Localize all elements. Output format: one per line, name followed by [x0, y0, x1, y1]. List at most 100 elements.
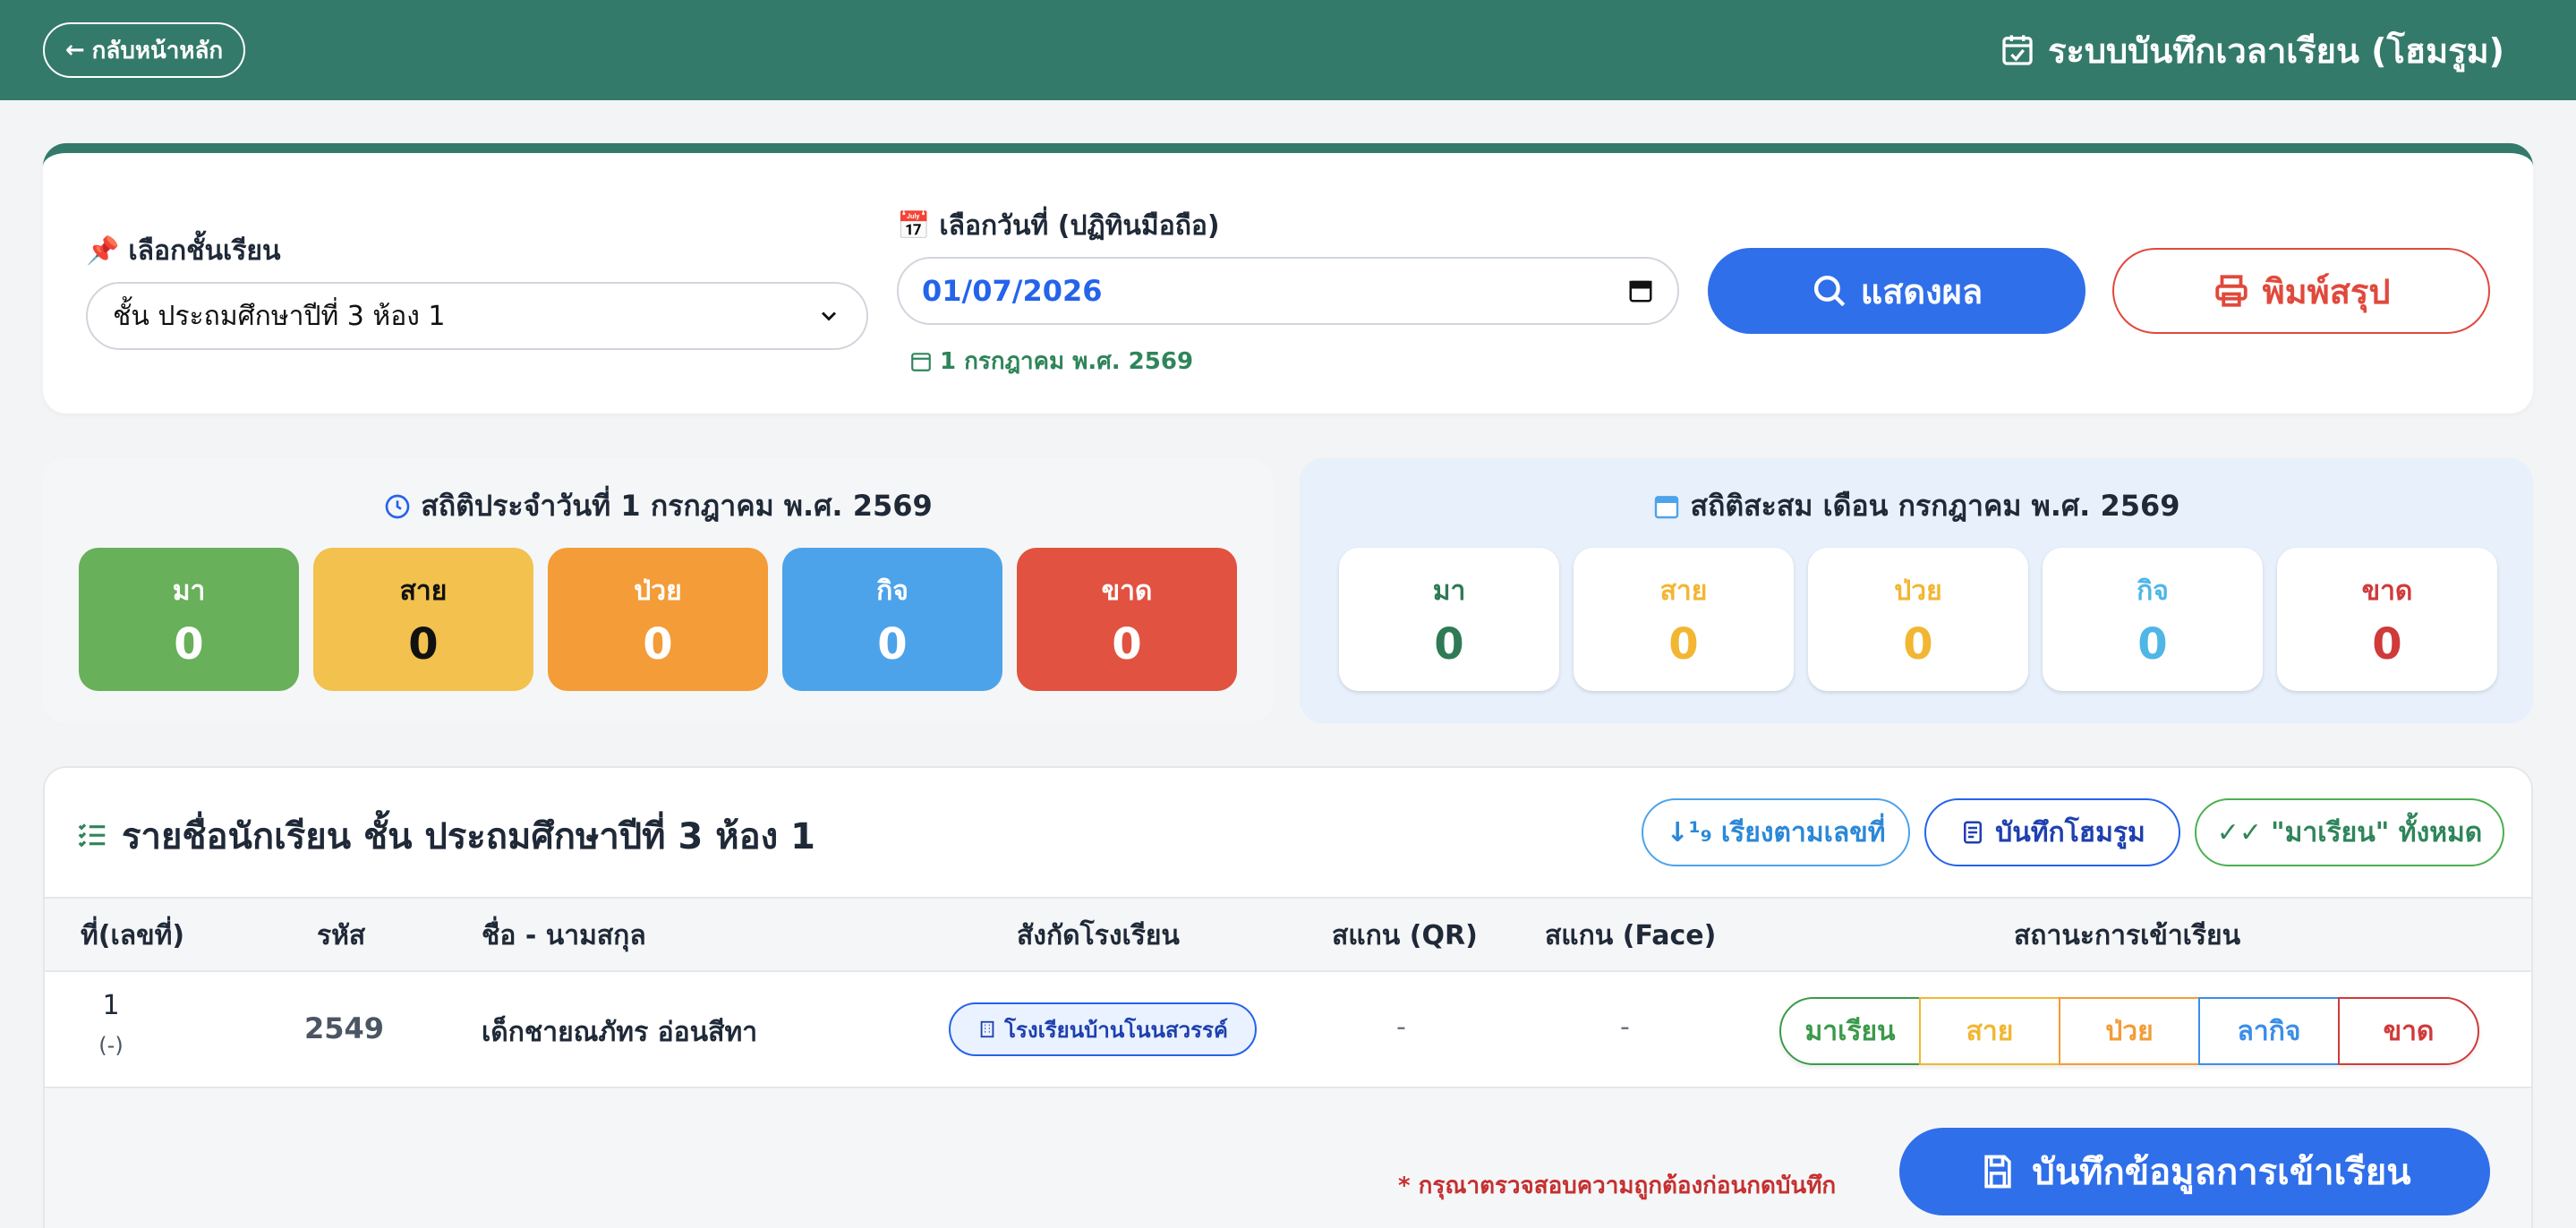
- attendance-status-group: มาเรียน สาย ป่วย ลากิจ ขาด: [1779, 997, 2479, 1065]
- column-header-face: สแกน (Face): [1545, 919, 1717, 951]
- printer-icon: [2214, 275, 2248, 307]
- table-row: 1 (-) 2549 เด็กชายณภัทร อ่อนสีทา โรงเรีย…: [45, 972, 2531, 1088]
- date-input-value: 01/07/2026: [922, 274, 1103, 308]
- column-header-status: สถานะการเข้าเรียน: [2014, 919, 2241, 951]
- daily-stat-value: 0: [643, 618, 673, 669]
- daily-stat-label: ขาด: [1101, 575, 1153, 607]
- calendar-month-icon: [1655, 495, 1679, 518]
- calendar-picker-icon[interactable]: [1627, 277, 1654, 304]
- student-number: 1: [102, 990, 120, 1021]
- daily-stat-leave: กิจ 0: [782, 548, 1002, 691]
- status-absent-button[interactable]: ขาด: [2338, 997, 2479, 1065]
- print-summary-label: พิมพ์สรุป: [2262, 271, 2391, 311]
- date-label-text: เลือกวันที่ (ปฏิทินมือถือ): [939, 210, 1220, 242]
- class-select[interactable]: ชั้น ประถมศึกษาปีที่ 3 ห้อง 1: [86, 282, 868, 350]
- daily-stat-sick: ป่วย 0: [548, 548, 768, 691]
- date-input[interactable]: 01/07/2026: [897, 257, 1679, 325]
- scan-face-value: -: [1620, 1011, 1630, 1043]
- student-number-sub: (-): [98, 1033, 124, 1058]
- monthly-stat-value: 0: [1668, 618, 1699, 669]
- status-present-button[interactable]: มาเรียน: [1779, 997, 1921, 1065]
- daily-stat-label: ป่วย: [634, 575, 682, 607]
- column-header-name: ชื่อ - นามสกุล: [482, 919, 646, 951]
- back-home-label: กลับหน้าหลัก: [91, 37, 224, 64]
- daily-stat-value: 0: [174, 618, 204, 669]
- daily-stats-panel: สถิติประจำวันที่ 1 กรกฎาคม พ.ศ. 2569 มา …: [43, 458, 1273, 723]
- save-homeroom-label: บันทึกโฮมรูม: [1995, 816, 2145, 849]
- column-header-number: ที่(เลขที่): [81, 919, 185, 951]
- student-code: 2549: [304, 1011, 385, 1045]
- back-home-button[interactable]: ← กลับหน้าหลัก: [43, 22, 245, 78]
- calendar-icon: 📅: [897, 210, 931, 242]
- app-title-text: ระบบบันทึกเวลาเรียน (โฮมรูม): [2048, 30, 2504, 71]
- daily-stat-label: มา: [172, 575, 206, 607]
- thai-date-hint: 1 กรกฎาคม พ.ศ. 2569: [909, 343, 1193, 379]
- daily-stat-present: มา 0: [79, 548, 299, 691]
- save-icon: [1984, 1155, 2012, 1189]
- school-badge: โรงเรียนบ้านโนนสวรรค์: [949, 1002, 1257, 1056]
- monthly-stat-present: มา 0: [1339, 548, 1559, 691]
- monthly-stat-value: 0: [1903, 618, 1933, 669]
- checklist-icon: [78, 823, 106, 848]
- monthly-stat-absent: ขาด 0: [2277, 548, 2497, 691]
- monthly-stat-value: 0: [1434, 618, 1464, 669]
- scan-qr-value: -: [1396, 1011, 1406, 1043]
- table-header: ที่(เลขที่) รหัส ชื่อ - นามสกุล สังกัดโร…: [45, 897, 2531, 972]
- monthly-stats-title: สถิติสะสม เดือน กรกฎาคม พ.ศ. 2569: [1300, 483, 2533, 529]
- search-icon: [1813, 275, 1846, 307]
- save-footer: * กรุณาตรวจสอบความถูกต้องก่อนกดบันทึก บั…: [45, 1088, 2531, 1228]
- building-icon: [980, 1020, 994, 1038]
- save-attendance-button[interactable]: บันทึกข้อมูลการเข้าเรียน: [1899, 1128, 2490, 1215]
- document-icon: [1964, 821, 1983, 844]
- student-list-title: รายชื่อนักเรียน ชั้น ประถมศึกษาปีที่ 3 ห…: [75, 807, 815, 865]
- daily-stat-value: 0: [408, 618, 439, 669]
- top-bar: ← กลับหน้าหลัก ระบบบันทึกเวลาเรียน (โฮมร…: [0, 0, 2576, 100]
- pushpin-icon: 📌: [86, 235, 120, 267]
- save-homeroom-button[interactable]: บันทึกโฮมรูม: [1924, 798, 2180, 866]
- daily-stats-title-text: สถิติประจำวันที่ 1 กรกฎาคม พ.ศ. 2569: [421, 489, 933, 523]
- save-attendance-label: บันทึกข้อมูลการเข้าเรียน: [2032, 1152, 2411, 1193]
- monthly-stat-label: ป่วย: [1894, 575, 1942, 607]
- daily-stat-label: กิจ: [876, 575, 908, 607]
- daily-stat-value: 0: [877, 618, 908, 669]
- calendar-small-icon: [911, 352, 931, 371]
- monthly-stat-value: 0: [2137, 618, 2168, 669]
- daily-stat-label: สาย: [399, 575, 448, 607]
- monthly-stats-title-text: สถิติสะสม เดือน กรกฎาคม พ.ศ. 2569: [1690, 489, 2180, 523]
- class-label: 📌 เลือกชั้นเรียน: [86, 230, 281, 272]
- student-list-title-text: รายชื่อนักเรียน ชั้น ประถมศึกษาปีที่ 3 ห…: [122, 816, 815, 857]
- chevron-down-icon: [821, 311, 837, 321]
- student-list-card: รายชื่อนักเรียน ชั้น ประถมศึกษาปีที่ 3 ห…: [43, 766, 2533, 1228]
- clock-icon: [385, 494, 410, 518]
- daily-stat-value: 0: [1112, 618, 1142, 669]
- school-badge-label: โรงเรียนบ้านโนนสวรรค์: [1004, 1017, 1228, 1043]
- daily-stats-title: สถิติประจำวันที่ 1 กรกฎาคม พ.ศ. 2569: [43, 483, 1273, 529]
- monthly-stat-label: ขาด: [2361, 575, 2413, 607]
- monthly-stat-late: สาย 0: [1574, 548, 1794, 691]
- monthly-stat-label: สาย: [1659, 575, 1708, 607]
- student-name: เด็กชายณภัทร อ่อนสีทา: [482, 1017, 758, 1048]
- show-result-button[interactable]: แสดงผล: [1708, 248, 2086, 334]
- print-summary-button[interactable]: พิมพ์สรุป: [2112, 248, 2490, 334]
- sort-numeric-icon: ↓¹₉: [1666, 816, 1712, 849]
- daily-stat-late: สาย 0: [313, 548, 533, 691]
- monthly-stat-value: 0: [2372, 618, 2402, 669]
- column-header-qr: สแกน (QR): [1332, 919, 1478, 951]
- class-select-value: ชั้น ประถมศึกษาปีที่ 3 ห้อง 1: [113, 300, 446, 332]
- calendar-check-icon: [2002, 35, 2033, 65]
- daily-stat-absent: ขาด 0: [1017, 548, 1237, 691]
- filter-card: 📌 เลือกชั้นเรียน ชั้น ประถมศึกษาปีที่ 3 …: [43, 143, 2533, 414]
- status-leave-button[interactable]: ลากิจ: [2198, 997, 2340, 1065]
- status-sick-button[interactable]: ป่วย: [2059, 997, 2200, 1065]
- status-late-button[interactable]: สาย: [1919, 997, 2060, 1065]
- thai-date-text: 1 กรกฎาคม พ.ศ. 2569: [940, 348, 1194, 375]
- column-header-code: รหัส: [317, 919, 366, 951]
- sort-by-number-button[interactable]: ↓¹₉ เรียงตามเลขที่: [1642, 798, 1910, 866]
- monthly-stat-label: กิจ: [2137, 575, 2169, 607]
- arrow-left-icon: ←: [64, 37, 85, 64]
- class-label-text: เลือกชั้นเรียน: [128, 235, 281, 267]
- monthly-stat-label: มา: [1432, 575, 1466, 607]
- show-result-label: แสดงผล: [1860, 271, 1983, 311]
- date-label: 📅 เลือกวันที่ (ปฏิทินมือถือ): [897, 205, 1220, 247]
- mark-all-present-button[interactable]: ✓✓ "มาเรียน" ทั้งหมด: [2195, 798, 2504, 866]
